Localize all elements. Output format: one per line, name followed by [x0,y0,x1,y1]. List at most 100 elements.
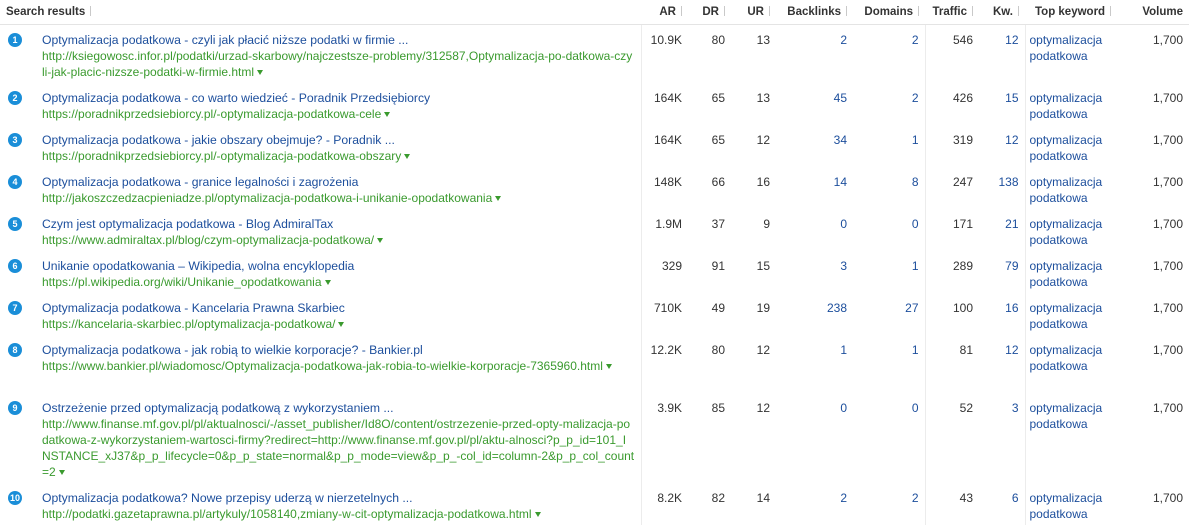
col-search-results[interactable]: Search results [0,0,641,25]
domains-link[interactable]: 0 [912,217,919,231]
keywords-link[interactable]: 16 [1005,301,1018,315]
top-keyword-link[interactable]: optymalizacja podatkowa [1026,216,1109,248]
result-url[interactable]: http://www.finanse.mf.gov.pl/pl/aktualno… [42,416,635,480]
ur-cell: 12 [731,393,776,483]
caret-down-icon[interactable] [404,153,411,159]
result-url[interactable]: https://www.admiraltax.pl/blog/czym-opty… [42,232,635,248]
caret-down-icon[interactable] [338,321,345,327]
backlinks-link[interactable]: 45 [834,91,847,105]
top-keyword-link[interactable]: optymalizacja podatkowa [1026,342,1109,374]
result-title-link[interactable]: Optymalizacja podatkowa - czyli jak płac… [42,32,635,48]
dr-value: 66 [711,174,725,189]
keywords-link[interactable]: 6 [1012,491,1019,505]
top-keyword-link[interactable]: optymalizacja podatkowa [1026,174,1109,206]
result-url-text[interactable]: http://ksiegowosc.infor.pl/podatki/urzad… [42,49,632,79]
result-url-text[interactable]: https://www.admiraltax.pl/blog/czym-opty… [42,233,374,247]
col-backlinks[interactable]: Backlinks [776,0,853,25]
result-url-text[interactable]: https://www.bankier.pl/wiadomosc/Optymal… [42,359,603,373]
domains-link[interactable]: 1 [912,133,919,147]
domains-link[interactable]: 27 [905,301,918,315]
backlinks-link[interactable]: 0 [840,217,847,231]
keywords-link[interactable]: 12 [1005,343,1018,357]
domains-link[interactable]: 1 [912,343,919,357]
caret-down-icon[interactable] [495,195,502,201]
backlinks-link[interactable]: 2 [840,491,847,505]
result-title-link[interactable]: Optymalizacja podatkowa - granice legaln… [42,174,635,190]
backlinks-link[interactable]: 14 [834,175,847,189]
caret-down-icon[interactable] [257,70,264,75]
caret-down-icon[interactable] [534,511,541,517]
top-keyword-link[interactable]: optymalizacja podatkowa [1026,490,1109,522]
domains-link[interactable]: 1 [912,259,919,273]
col-top-keyword[interactable]: Top keyword [1025,0,1114,25]
backlinks-link[interactable]: 0 [840,401,847,415]
keywords-link[interactable]: 138 [998,175,1018,189]
top-keyword-link[interactable]: optymalizacja podatkowa [1026,90,1109,122]
keywords-link[interactable]: 15 [1005,91,1018,105]
ur-cell: 19 [731,293,776,335]
result-title-link[interactable]: Optymalizacja podatkowa - Kancelaria Pra… [42,300,635,316]
domains-link[interactable]: 8 [912,175,919,189]
result-title-link[interactable]: Optymalizacja podatkowa - co warto wiedz… [42,90,635,106]
result-title-link[interactable]: Optymalizacja podatkowa - jak robią to w… [42,342,635,358]
dr-cell: 66 [688,167,731,209]
result-title-link[interactable]: Unikanie opodatkowania – Wikipedia, woln… [42,258,635,274]
dr-value: 80 [711,33,725,47]
caret-down-icon[interactable] [605,363,612,369]
col-dr[interactable]: DR [688,0,731,25]
result-title-link[interactable]: Optymalizacja podatkowa - jakie obszary … [42,132,635,148]
result-url[interactable]: https://kancelaria-skarbiec.pl/optymaliz… [42,316,635,332]
col-ur[interactable]: UR [731,0,776,25]
result-url-text[interactable]: https://pl.wikipedia.org/wiki/Unikanie_o… [42,275,322,289]
top-keyword-link[interactable]: optymalizacja podatkowa [1026,258,1109,290]
traffic-value: 247 [952,174,973,189]
keywords-link[interactable]: 21 [1005,217,1018,231]
top-keyword-cell: optymalizacja podatkowa [1024,208,1114,251]
result-url[interactable]: http://ksiegowosc.infor.pl/podatki/urzad… [42,48,635,80]
results-body: 1 Optymalizacja podatkowa - czyli jak pła… [0,24,1189,525]
traffic-value: 319 [952,132,973,147]
domains-link[interactable]: 0 [912,401,919,415]
result-title-link[interactable]: Czym jest optymalizacja podatkowa - Blog… [42,216,635,232]
backlinks-link[interactable]: 238 [827,301,847,315]
backlinks-link[interactable]: 34 [834,133,847,147]
top-keyword-link[interactable]: optymalizacja podatkowa [1026,32,1109,64]
result-url-text[interactable]: http://jakoszczedzacpieniadze.pl/optymal… [42,191,492,205]
result-title-link[interactable]: Optymalizacja podatkowa? Nowe przepisy u… [42,490,635,506]
result-url[interactable]: https://pl.wikipedia.org/wiki/Unikanie_o… [42,274,635,290]
result-url-text[interactable]: http://podatki.gazetaprawna.pl/artykuly/… [42,507,532,521]
caret-down-icon[interactable] [324,279,331,285]
col-volume[interactable]: Volume [1114,0,1189,25]
backlinks-cell: 14 [776,167,853,209]
keywords-link[interactable]: 12 [1005,33,1018,47]
result-url[interactable]: http://jakoszczedzacpieniadze.pl/optymal… [42,190,635,206]
caret-down-icon[interactable] [384,111,391,117]
keywords-link[interactable]: 3 [1012,401,1019,415]
result-url-text[interactable]: https://poradnikprzedsiebiorcy.pl/-optym… [42,107,381,121]
result-title-link[interactable]: Ostrzeżenie przed optymalizacją podatkow… [42,400,635,416]
col-kw[interactable]: Kw. [979,0,1025,25]
caret-down-icon[interactable] [58,469,65,475]
col-traffic[interactable]: Traffic [925,0,979,25]
result-url-text[interactable]: https://kancelaria-skarbiec.pl/optymaliz… [42,317,335,331]
top-keyword-link[interactable]: optymalizacja podatkowa [1026,400,1109,432]
caret-down-icon[interactable] [377,237,384,243]
backlinks-link[interactable]: 2 [840,33,847,47]
domains-link[interactable]: 2 [912,91,919,105]
domains-link[interactable]: 2 [912,491,919,505]
result-url-text[interactable]: http://www.finanse.mf.gov.pl/pl/aktualno… [42,417,634,479]
backlinks-link[interactable]: 3 [840,259,847,273]
result-url[interactable]: https://poradnikprzedsiebiorcy.pl/-optym… [42,148,635,164]
result-url[interactable]: https://www.bankier.pl/wiadomosc/Optymal… [42,358,635,374]
domains-link[interactable]: 2 [912,33,919,47]
keywords-link[interactable]: 79 [1005,259,1018,273]
result-url-text[interactable]: https://poradnikprzedsiebiorcy.pl/-optym… [42,149,401,163]
col-domains[interactable]: Domains [853,0,925,25]
result-url[interactable]: https://poradnikprzedsiebiorcy.pl/-optym… [42,106,635,122]
keywords-link[interactable]: 12 [1005,133,1018,147]
top-keyword-link[interactable]: optymalizacja podatkowa [1026,132,1109,164]
top-keyword-link[interactable]: optymalizacja podatkowa [1026,300,1109,332]
result-url[interactable]: http://podatki.gazetaprawna.pl/artykuly/… [42,506,635,522]
col-ar[interactable]: AR [641,0,688,25]
backlinks-link[interactable]: 1 [840,343,847,357]
